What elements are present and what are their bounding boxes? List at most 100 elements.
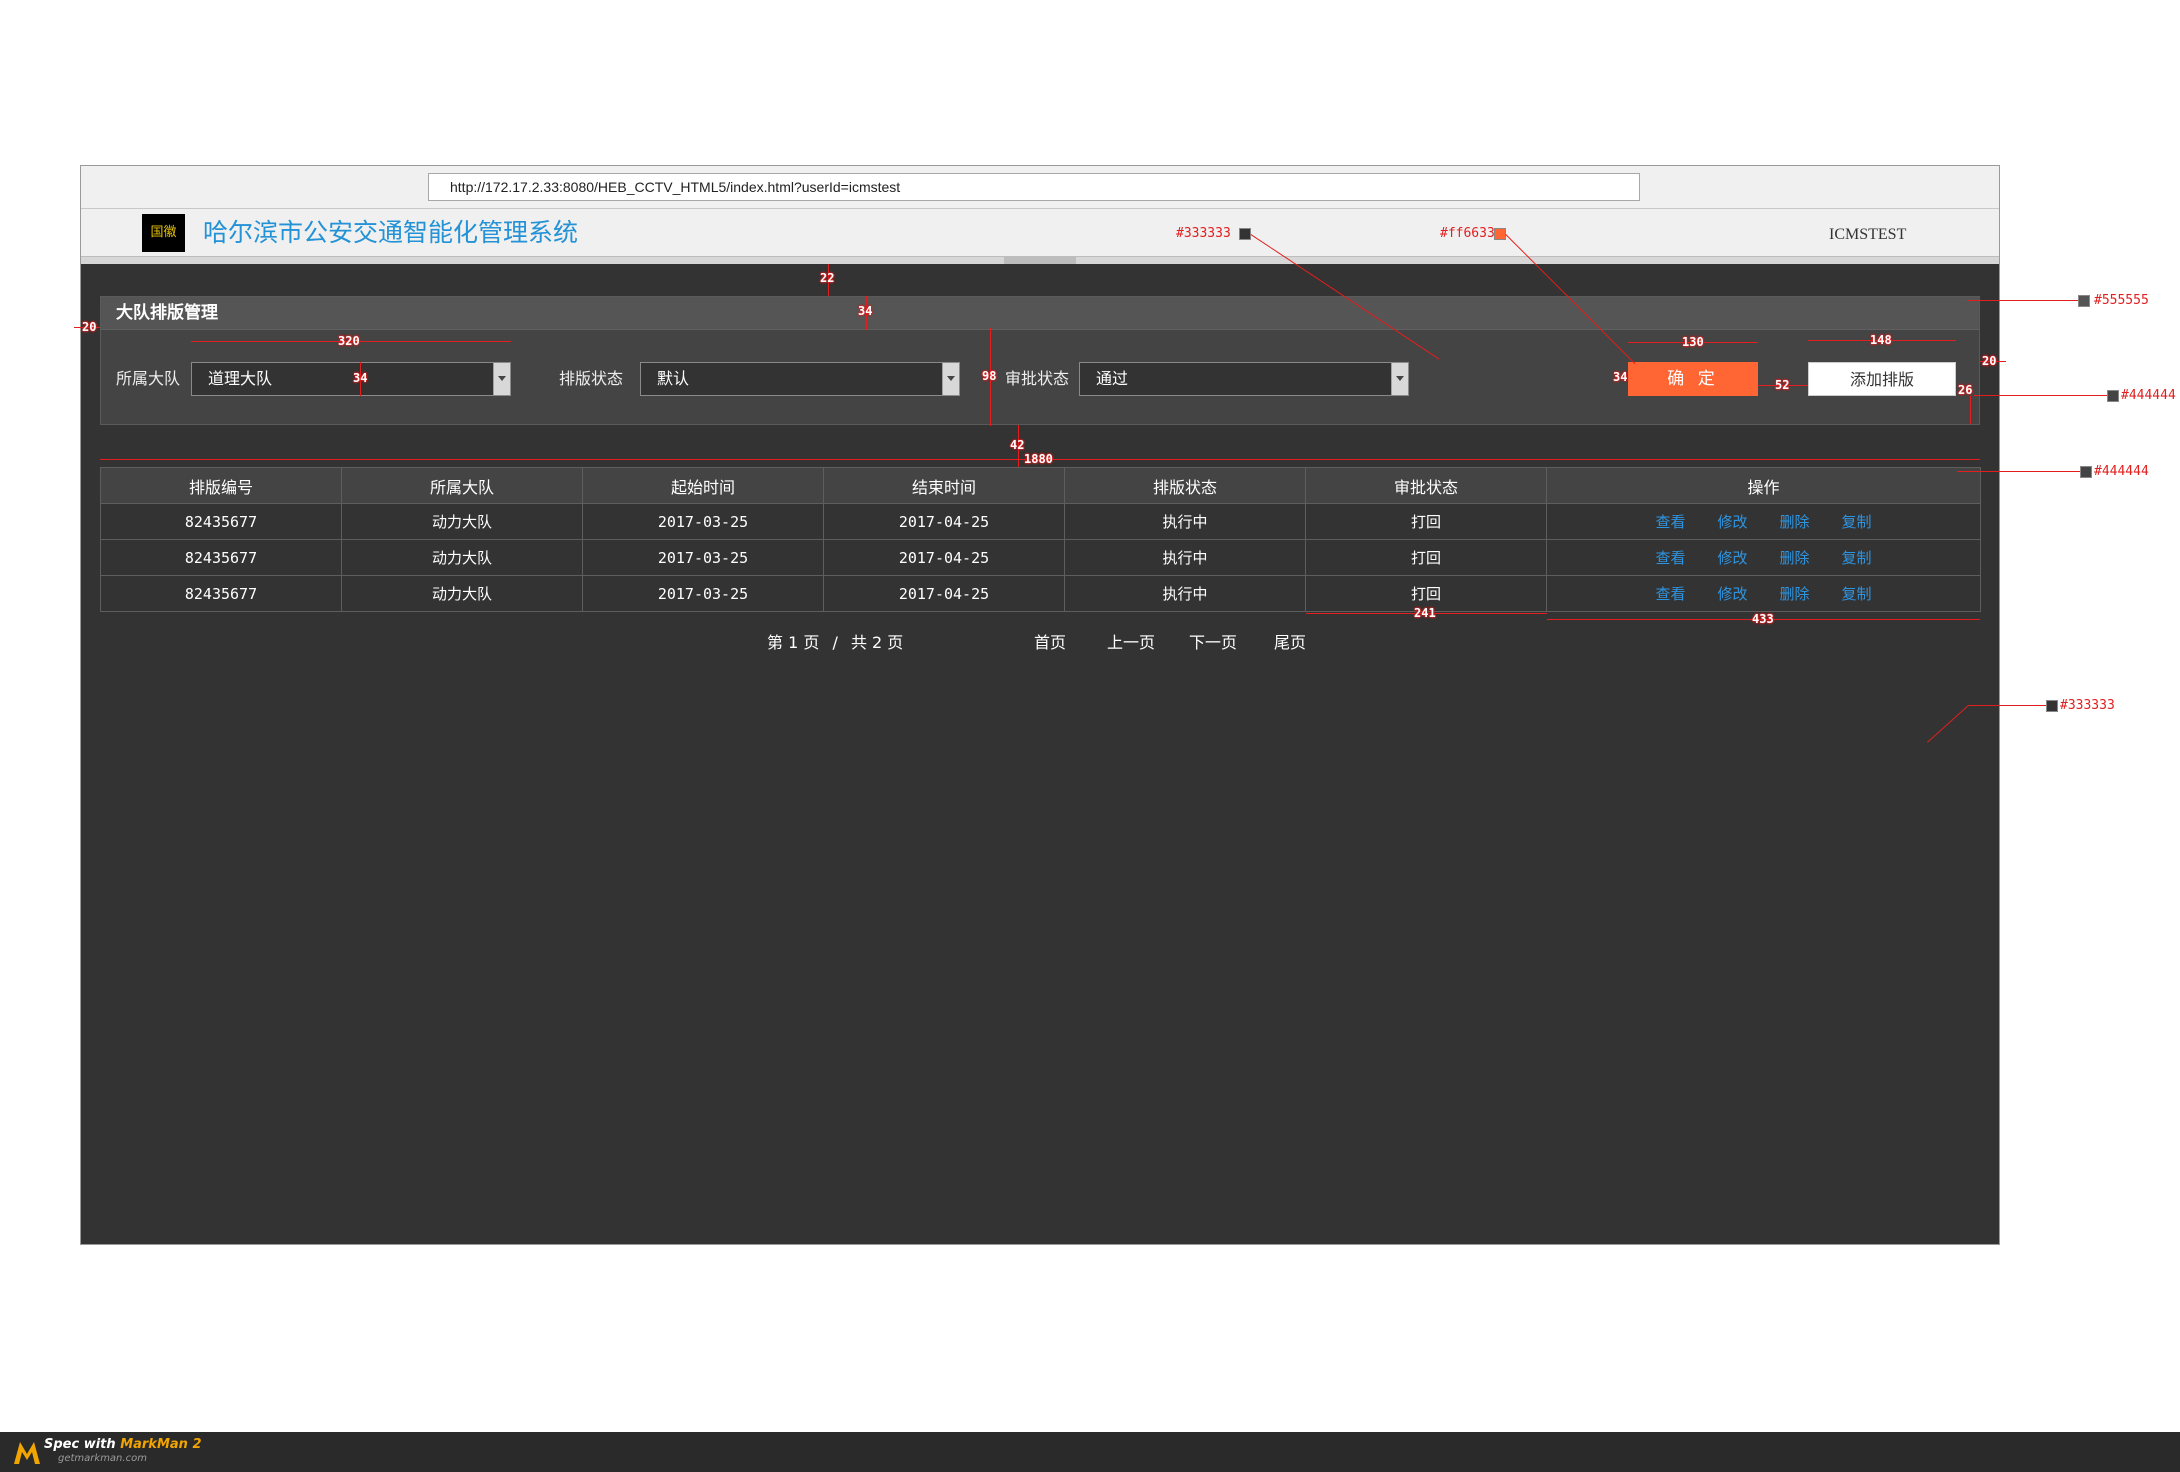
dimension-label: 130 <box>1682 335 1704 349</box>
color-annotation: #ff6633 <box>1440 226 1495 241</box>
collapse-handle[interactable] <box>1004 257 1076 264</box>
spec-prefix: Spec with <box>44 1437 121 1452</box>
column-header: 操作 <box>1546 467 1981 504</box>
view-link[interactable]: 查看 <box>1655 585 1685 603</box>
cell-start: 2017-03-25 <box>582 503 824 540</box>
column-header: 结束时间 <box>823 467 1065 504</box>
cell-end: 2017-04-25 <box>823 539 1065 576</box>
first-page-link[interactable]: 首页 <box>1034 628 1066 658</box>
markman-site: getmarkman.com <box>58 1453 147 1464</box>
cell-team: 动力大队 <box>341 539 583 576</box>
cell-status: 执行中 <box>1064 503 1306 540</box>
color-swatch <box>2107 390 2119 402</box>
color-swatch <box>2078 295 2090 307</box>
dimension-label: 34 <box>858 304 873 318</box>
dimension-label: 98 <box>982 369 997 383</box>
edit-link[interactable]: 修改 <box>1717 585 1747 603</box>
annotation-leader <box>1974 395 2107 396</box>
cell-start: 2017-03-25 <box>582 575 824 612</box>
cell-end: 2017-04-25 <box>823 503 1065 540</box>
delete-link[interactable]: 删除 <box>1780 585 1810 603</box>
table-header-row: 排版编号 所属大队 起始时间 结束时间 排版状态 审批状态 操作 <box>100 467 1981 504</box>
address-bar[interactable]: http://172.17.2.33:8080/HEB_CCTV_HTML5/i… <box>428 173 1640 201</box>
copy-link[interactable]: 复制 <box>1842 585 1872 603</box>
dimension-label: 34 <box>1613 370 1628 384</box>
color-swatch <box>2080 466 2092 478</box>
approval-status-select-value: 通过 <box>1096 369 1129 388</box>
dimension-label: 22 <box>820 271 835 285</box>
copy-link[interactable]: 复制 <box>1842 513 1872 531</box>
copy-link[interactable]: 复制 <box>1842 549 1872 567</box>
annotation-leader <box>1968 705 2046 706</box>
cell-approval: 打回 <box>1305 539 1547 576</box>
table-row: 82435677 动力大队 2017-03-25 2017-04-25 执行中 … <box>100 575 1981 612</box>
cell-end: 2017-04-25 <box>823 575 1065 612</box>
system-title: 哈尔滨市公安交通智能化管理系统 <box>203 218 579 247</box>
cell-team: 动力大队 <box>341 503 583 540</box>
dimension-label: 34 <box>353 371 368 385</box>
chevron-down-icon <box>942 363 959 395</box>
annotation-leader <box>1967 300 2078 301</box>
last-page-link[interactable]: 尾页 <box>1274 628 1306 658</box>
color-swatch <box>1239 228 1251 240</box>
cell-actions: 查看 修改 删除 复制 <box>1546 575 1981 612</box>
color-swatch <box>2046 700 2058 712</box>
table-row: 82435677 动力大队 2017-03-25 2017-04-25 执行中 … <box>100 503 1981 540</box>
column-header: 排版状态 <box>1064 467 1306 504</box>
schedule-status-select[interactable]: 默认 <box>640 362 960 396</box>
filter-label-approval-status: 审批状态 <box>1005 369 1070 388</box>
cell-id: 82435677 <box>100 575 342 612</box>
column-header: 所属大队 <box>341 467 583 504</box>
dimension-label: 42 <box>1010 438 1025 452</box>
cell-start: 2017-03-25 <box>582 539 824 576</box>
dimension-label: 148 <box>1870 333 1892 347</box>
markman-logo-icon <box>14 1442 40 1464</box>
filter-label-schedule-status: 排版状态 <box>559 369 624 388</box>
delete-link[interactable]: 删除 <box>1780 549 1810 567</box>
confirm-button[interactable]: 确 定 <box>1628 362 1758 396</box>
panel-header <box>101 297 1979 330</box>
chevron-down-icon <box>493 363 510 395</box>
prev-page-link[interactable]: 上一页 <box>1107 628 1155 658</box>
color-annotation: #444444 <box>2094 464 2149 479</box>
cell-team: 动力大队 <box>341 575 583 612</box>
dimension-label: 241 <box>1414 606 1436 620</box>
emblem-logo: 国徽 <box>142 214 185 252</box>
markman-brand: MarkMan 2 <box>120 1437 202 1452</box>
markman-footer <box>0 1432 2180 1472</box>
delete-link[interactable]: 删除 <box>1780 513 1810 531</box>
cell-approval: 打回 <box>1305 503 1547 540</box>
dimension-label: 20 <box>82 320 97 334</box>
cell-actions: 查看 修改 删除 复制 <box>1546 539 1981 576</box>
dimension-label: 320 <box>338 334 360 348</box>
edit-link[interactable]: 修改 <box>1717 513 1747 531</box>
cell-id: 82435677 <box>100 503 342 540</box>
current-page: 第 1 页 <box>767 633 820 652</box>
color-annotation: #555555 <box>2094 293 2149 308</box>
view-link[interactable]: 查看 <box>1655 549 1685 567</box>
cell-actions: 查看 修改 删除 复制 <box>1546 503 1981 540</box>
table-row: 82435677 动力大队 2017-03-25 2017-04-25 执行中 … <box>100 539 1981 576</box>
dimension-label: 433 <box>1752 612 1774 626</box>
color-annotation: #333333 <box>2060 698 2115 713</box>
cell-status: 执行中 <box>1064 539 1306 576</box>
add-schedule-button[interactable]: 添加排版 <box>1808 362 1956 396</box>
view-link[interactable]: 查看 <box>1655 513 1685 531</box>
chevron-down-icon <box>1391 363 1408 395</box>
dimension-label: 52 <box>1775 378 1790 392</box>
page-separator: / <box>832 633 838 652</box>
schedule-table: 排版编号 所属大队 起始时间 结束时间 排版状态 审批状态 操作 8243567… <box>100 467 1981 612</box>
color-annotation: #333333 <box>1176 226 1231 241</box>
edit-link[interactable]: 修改 <box>1717 549 1747 567</box>
next-page-link[interactable]: 下一页 <box>1189 628 1237 658</box>
approval-status-select[interactable]: 通过 <box>1079 362 1409 396</box>
dimension-line <box>1970 396 1971 424</box>
current-user[interactable]: ICMSTEST <box>1829 222 1906 248</box>
filter-label-team: 所属大队 <box>116 369 181 388</box>
team-select-value: 道理大队 <box>208 369 273 388</box>
panel-title: 大队排版管理 <box>116 303 218 323</box>
page-indicator: 第 1 页 / 共 2 页 <box>767 628 903 658</box>
team-select[interactable]: 道理大队 <box>191 362 511 396</box>
dimension-label: 26 <box>1958 383 1973 397</box>
column-header: 排版编号 <box>100 467 342 504</box>
